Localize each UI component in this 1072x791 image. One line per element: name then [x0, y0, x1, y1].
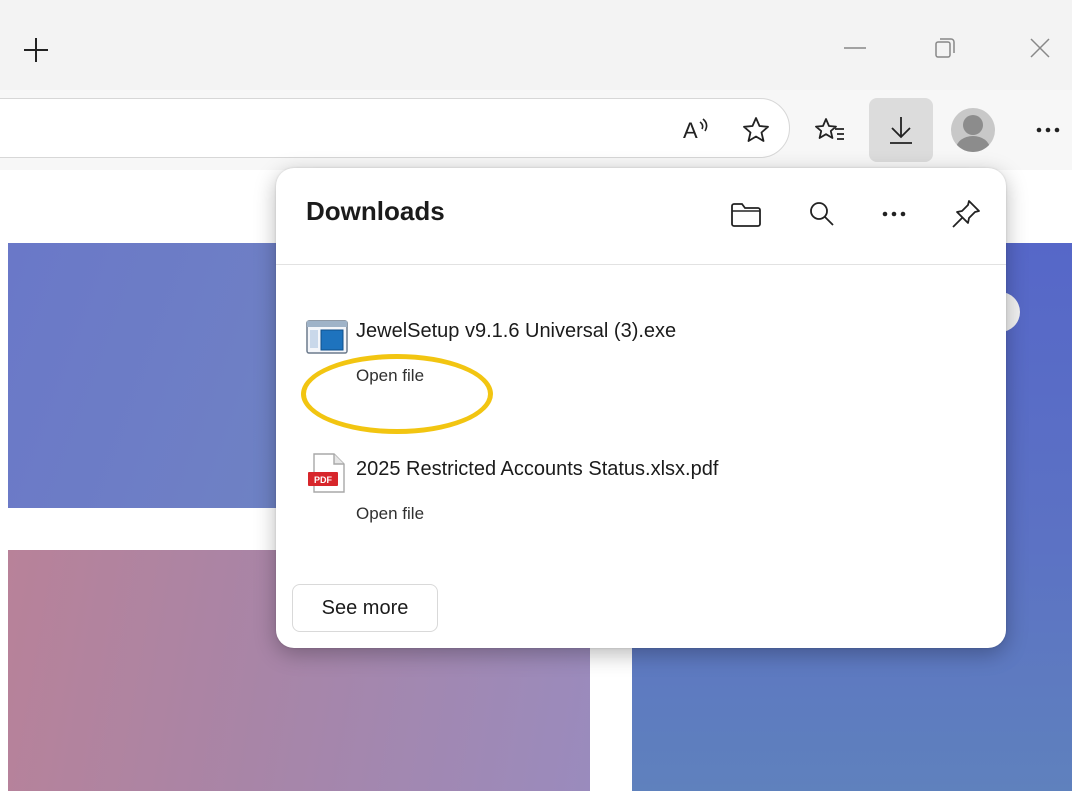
minimize-button[interactable]	[830, 28, 880, 68]
svg-text:PDF: PDF	[314, 475, 333, 485]
new-tab-button[interactable]	[16, 30, 56, 70]
read-aloud-icon: A	[683, 118, 708, 143]
open-file-link[interactable]: Open file	[356, 504, 424, 524]
profile-button[interactable]	[951, 108, 995, 152]
header-divider	[276, 264, 1006, 265]
svg-text:A: A	[683, 118, 698, 143]
restore-button[interactable]	[920, 28, 970, 68]
favorites-list-icon	[815, 118, 844, 140]
downloads-button[interactable]	[869, 98, 933, 162]
open-downloads-folder-button[interactable]	[724, 192, 768, 236]
download-item: PDF 2025 Restricted Accounts Status.xlsx…	[306, 453, 986, 566]
close-icon	[1030, 38, 1050, 58]
search-icon	[810, 202, 834, 226]
read-aloud-button[interactable]: A	[676, 108, 720, 152]
title-bar	[0, 0, 1072, 90]
more-options-icon	[1036, 127, 1060, 133]
settings-more-button[interactable]	[1026, 108, 1070, 152]
download-filename[interactable]: JewelSetup v9.1.6 Universal (3).exe	[356, 320, 676, 343]
download-icon	[890, 117, 912, 144]
restore-icon	[935, 38, 955, 58]
profile-avatar-icon	[951, 108, 995, 152]
favorites-button[interactable]	[808, 108, 852, 152]
minimize-icon	[844, 47, 866, 49]
pin-icon	[952, 200, 980, 228]
close-window-button[interactable]	[1015, 28, 1065, 68]
downloads-title: Downloads	[306, 196, 445, 226]
favorite-star-icon	[743, 117, 769, 142]
address-bar[interactable]	[0, 98, 790, 158]
browser-toolbar: A	[0, 90, 1072, 170]
favorite-button[interactable]	[734, 108, 778, 152]
more-icon	[882, 211, 906, 217]
pin-downloads-button[interactable]	[944, 192, 988, 236]
pdf-file-icon: PDF	[308, 453, 345, 493]
downloads-more-button[interactable]	[872, 192, 916, 236]
see-more-button[interactable]: See more	[292, 584, 438, 632]
exe-file-icon	[306, 320, 348, 354]
folder-icon	[731, 203, 761, 227]
download-filename[interactable]: 2025 Restricted Accounts Status.xlsx.pdf	[356, 458, 718, 481]
search-downloads-button[interactable]	[800, 192, 844, 236]
plus-icon	[24, 38, 48, 62]
downloads-flyout: Downloads JewelSetup v9.1.6 Universal (3…	[276, 168, 1006, 648]
highlight-ring	[301, 354, 493, 434]
